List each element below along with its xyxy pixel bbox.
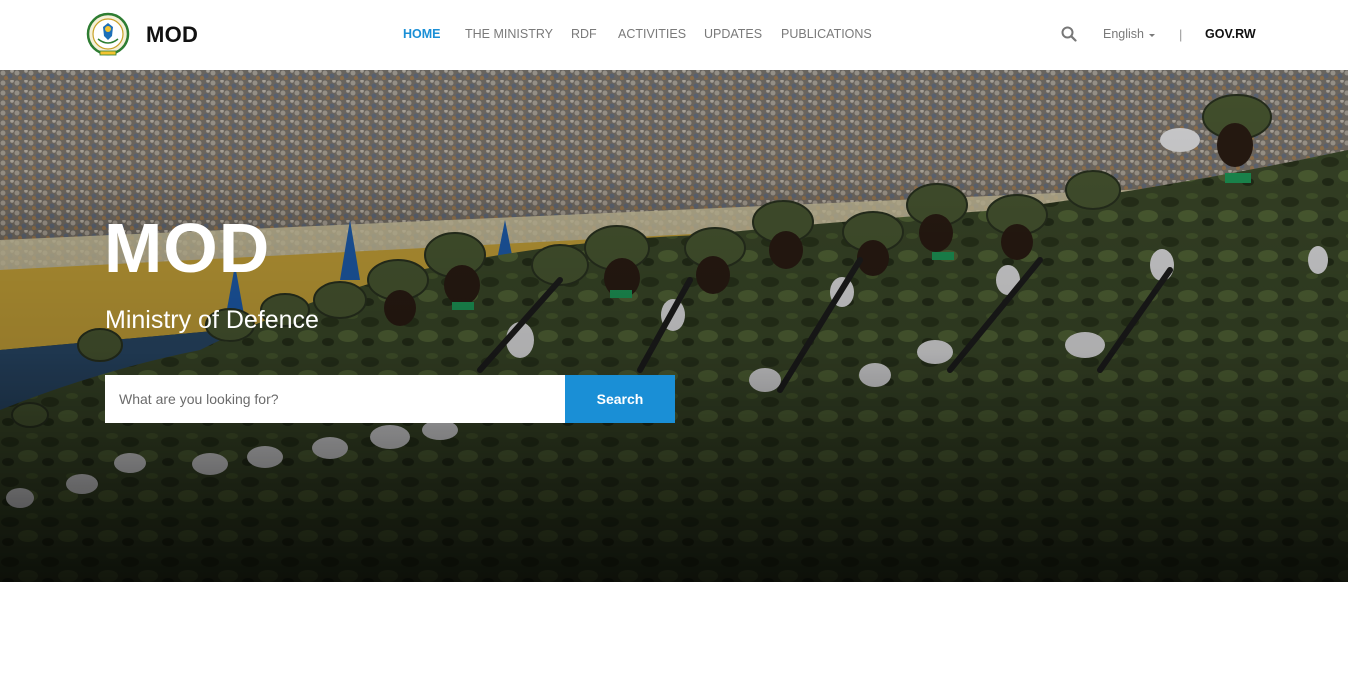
hero-search-input[interactable] — [105, 375, 565, 423]
nav-item-publications[interactable]: PUBLICATIONS — [781, 27, 872, 41]
main-nav: HOME THE MINISTRY RDF ACTIVITIES UPDATES… — [0, 27, 1348, 43]
nav-item-updates[interactable]: UPDATES — [704, 27, 762, 41]
chevron-down-icon — [1149, 34, 1155, 37]
nav-item-activities[interactable]: ACTIVITIES — [618, 27, 686, 41]
nav-item-rdf[interactable]: RDF — [571, 27, 597, 41]
hero-search-button[interactable]: Search — [565, 375, 675, 423]
language-selector[interactable]: English — [1103, 27, 1144, 41]
hero-banner: MOD Ministry of Defence Search — [0, 70, 1348, 582]
search-icon[interactable] — [1061, 26, 1077, 42]
hero-title: MOD — [104, 209, 271, 287]
nav-item-home[interactable]: HOME — [403, 27, 441, 41]
nav-item-the-ministry[interactable]: THE MINISTRY — [465, 27, 553, 41]
header-divider: | — [1179, 27, 1183, 42]
site-header: MOD HOME THE MINISTRY RDF ACTIVITIES UPD… — [0, 0, 1348, 70]
hero-subtitle: Ministry of Defence — [105, 306, 319, 334]
gov-rw-link[interactable]: GOV.RW — [1205, 27, 1256, 41]
